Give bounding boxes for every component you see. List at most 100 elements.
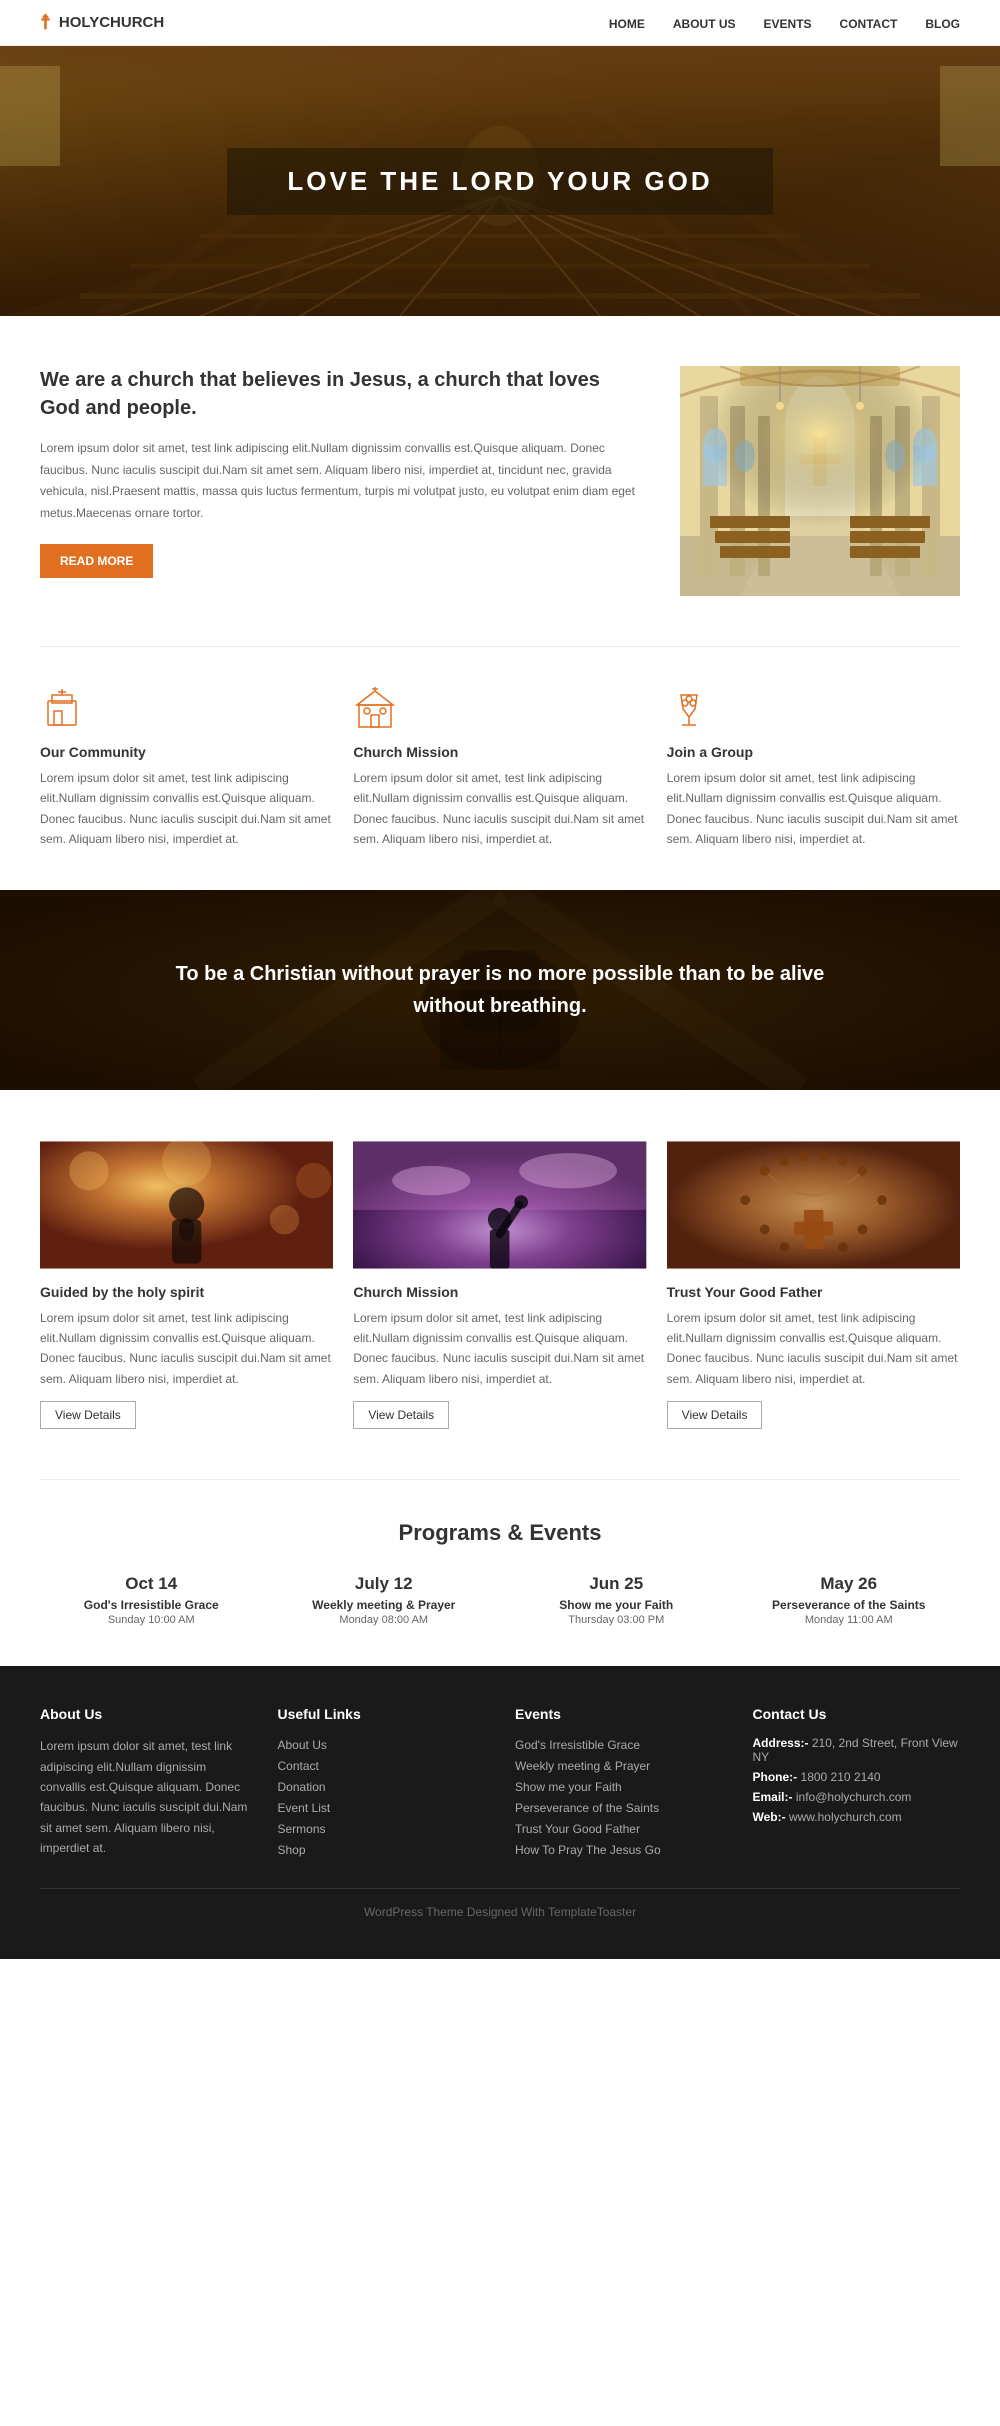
footer-bottom-text: WordPress Theme Designed With TemplateTo… — [364, 1905, 636, 1919]
footer: About Us Lorem ipsum dolor sit amet, tes… — [0, 1666, 1000, 1959]
footer-link-2[interactable]: Donation — [278, 1780, 326, 1794]
footer-events-list: God's Irresistible Grace Weekly meeting … — [515, 1736, 723, 1857]
footer-about: About Us Lorem ipsum dolor sit amet, tes… — [40, 1706, 248, 1858]
feature-mission: Church Mission Lorem ipsum dolor sit ame… — [353, 687, 646, 850]
phone-label: Phone:- — [753, 1770, 798, 1784]
footer-event-1[interactable]: Weekly meeting & Prayer — [515, 1759, 650, 1773]
nav-blog[interactable]: BLOG — [925, 17, 960, 31]
logo[interactable]: ☨ HOLYCHURCH — [40, 10, 164, 35]
program-item-1: July 12 Weekly meeting & Prayer Monday 0… — [273, 1574, 496, 1626]
footer-event-4[interactable]: Trust Your Good Father — [515, 1822, 640, 1836]
nav-events[interactable]: EVENTS — [764, 17, 812, 31]
footer-link-0[interactable]: About Us — [278, 1738, 327, 1752]
footer-event-2[interactable]: Show me your Faith — [515, 1780, 622, 1794]
card-2-image — [353, 1140, 646, 1270]
contact-address: Address:- 210, 2nd Street, Front View NY — [753, 1736, 961, 1764]
program-title-2: Show me your Faith — [505, 1598, 728, 1612]
web-label: Web:- — [753, 1810, 786, 1824]
web-value: www.holychurch.com — [789, 1810, 902, 1824]
feature-community-title: Our Community — [40, 744, 333, 760]
footer-event-0[interactable]: God's Irresistible Grace — [515, 1738, 640, 1752]
address-label: Address:- — [753, 1736, 809, 1750]
feature-community: Our Community Lorem ipsum dolor sit amet… — [40, 687, 333, 850]
program-date-0: Oct 14 — [40, 1574, 263, 1594]
feature-community-body: Lorem ipsum dolor sit amet, test link ad… — [40, 768, 333, 850]
programs-section: Programs & Events Oct 14 God's Irresisti… — [0, 1480, 1000, 1666]
contact-email: Email:- info@holychurch.com — [753, 1790, 961, 1804]
programs-grid: Oct 14 God's Irresistible Grace Sunday 1… — [40, 1574, 960, 1626]
footer-link-1[interactable]: Contact — [278, 1759, 319, 1773]
logo-icon: ☨ — [40, 10, 51, 35]
card-3-title: Trust Your Good Father — [667, 1284, 960, 1300]
card-2-title: Church Mission — [353, 1284, 646, 1300]
feature-group: Join a Group Lorem ipsum dolor sit amet,… — [667, 687, 960, 850]
program-item-3: May 26 Perseverance of the Saints Monday… — [738, 1574, 961, 1626]
navbar: ☨ HOLYCHURCH HOME ABOUT US EVENTS CONTAC… — [0, 0, 1000, 46]
card-1: Guided by the holy spirit Lorem ipsum do… — [40, 1140, 333, 1430]
card-1-image — [40, 1140, 333, 1270]
card-2-btn[interactable]: View Details — [353, 1401, 449, 1429]
footer-contact: Contact Us Address:- 210, 2nd Street, Fr… — [753, 1706, 961, 1858]
program-title-1: Weekly meeting & Prayer — [273, 1598, 496, 1612]
logo-text: HOLYCHURCH — [59, 14, 164, 31]
hero-section: LOVE THE LORD YOUR GOD — [0, 46, 1000, 316]
group-icon — [667, 687, 960, 734]
footer-about-body: Lorem ipsum dolor sit amet, test link ad… — [40, 1736, 248, 1858]
footer-links: Useful Links About Us Contact Donation E… — [278, 1706, 486, 1858]
nav-links: HOME ABOUT US EVENTS CONTACT BLOG — [609, 15, 960, 31]
card-3-body: Lorem ipsum dolor sit amet, test link ad… — [667, 1308, 960, 1390]
quote-text: To be a Christian without prayer is no m… — [150, 958, 850, 1022]
footer-events-title: Events — [515, 1706, 723, 1722]
footer-grid: About Us Lorem ipsum dolor sit amet, tes… — [40, 1706, 960, 1858]
feature-mission-title: Church Mission — [353, 744, 646, 760]
contact-phone: Phone:- 1800 210 2140 — [753, 1770, 961, 1784]
about-text: We are a church that believes in Jesus, … — [40, 366, 640, 578]
footer-link-3[interactable]: Event List — [278, 1801, 331, 1815]
card-3-image — [667, 1140, 960, 1270]
card-2-body: Lorem ipsum dolor sit amet, test link ad… — [353, 1308, 646, 1390]
program-date-1: July 12 — [273, 1574, 496, 1594]
program-date-2: Jun 25 — [505, 1574, 728, 1594]
read-more-button[interactable]: READ MORE — [40, 544, 153, 578]
program-time-0: Sunday 10:00 AM — [40, 1614, 263, 1626]
program-item-2: Jun 25 Show me your Faith Thursday 03:00… — [505, 1574, 728, 1626]
card-1-btn[interactable]: View Details — [40, 1401, 136, 1429]
phone-value: 1800 210 2140 — [801, 1770, 881, 1784]
mission-icon — [353, 687, 646, 734]
footer-link-4[interactable]: Sermons — [278, 1822, 326, 1836]
cards-section: Guided by the holy spirit Lorem ipsum do… — [0, 1090, 1000, 1480]
about-section: We are a church that believes in Jesus, … — [0, 316, 1000, 646]
footer-event-5[interactable]: How To Pray The Jesus Go — [515, 1843, 661, 1857]
features-section: Our Community Lorem ipsum dolor sit amet… — [0, 647, 1000, 890]
church-interior-image — [680, 366, 960, 596]
card-1-body: Lorem ipsum dolor sit amet, test link ad… — [40, 1308, 333, 1390]
community-icon — [40, 687, 333, 734]
contact-web: Web:- www.holychurch.com — [753, 1810, 961, 1824]
card-3: Trust Your Good Father Lorem ipsum dolor… — [667, 1140, 960, 1430]
hero-content: LOVE THE LORD YOUR GOD — [227, 148, 772, 215]
footer-links-title: Useful Links — [278, 1706, 486, 1722]
program-title-0: God's Irresistible Grace — [40, 1598, 263, 1612]
about-image — [680, 366, 960, 596]
programs-title: Programs & Events — [40, 1520, 960, 1546]
email-label: Email:- — [753, 1790, 793, 1804]
nav-contact[interactable]: CONTACT — [840, 17, 898, 31]
nav-home[interactable]: HOME — [609, 17, 645, 31]
program-time-1: Monday 08:00 AM — [273, 1614, 496, 1626]
card-3-btn[interactable]: View Details — [667, 1401, 763, 1429]
feature-mission-body: Lorem ipsum dolor sit amet, test link ad… — [353, 768, 646, 850]
footer-link-5[interactable]: Shop — [278, 1843, 306, 1857]
quote-banner: To be a Christian without prayer is no m… — [0, 890, 1000, 1090]
program-time-3: Monday 11:00 AM — [738, 1614, 961, 1626]
feature-group-body: Lorem ipsum dolor sit amet, test link ad… — [667, 768, 960, 850]
program-date-3: May 26 — [738, 1574, 961, 1594]
footer-events: Events God's Irresistible Grace Weekly m… — [515, 1706, 723, 1858]
nav-about[interactable]: ABOUT US — [673, 17, 736, 31]
hero-title: LOVE THE LORD YOUR GOD — [287, 166, 712, 197]
footer-event-3[interactable]: Perseverance of the Saints — [515, 1801, 659, 1815]
card-2: Church Mission Lorem ipsum dolor sit ame… — [353, 1140, 646, 1430]
card-1-title: Guided by the holy spirit — [40, 1284, 333, 1300]
footer-about-title: About Us — [40, 1706, 248, 1722]
feature-group-title: Join a Group — [667, 744, 960, 760]
about-heading: We are a church that believes in Jesus, … — [40, 366, 640, 422]
